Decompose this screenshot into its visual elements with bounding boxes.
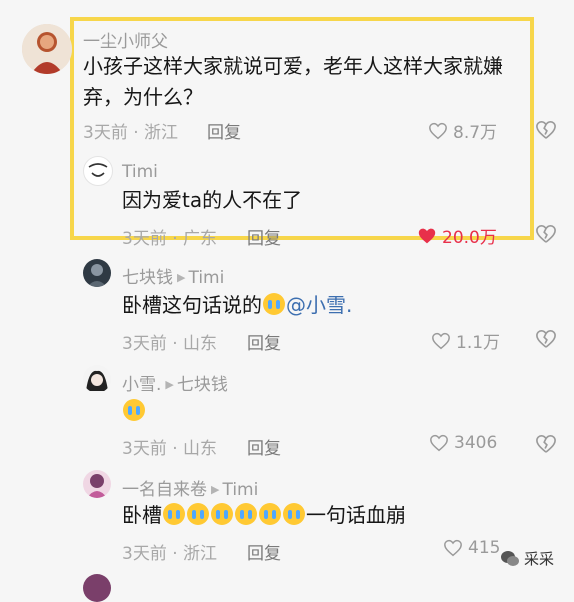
comment-text-suffix: 一句话血崩: [306, 503, 406, 527]
heart-filled-icon: [418, 228, 436, 243]
avatar[interactable]: [22, 24, 72, 74]
like-count: 415: [468, 538, 501, 558]
like-button[interactable]: 20.0万: [417, 223, 497, 248]
heart-outline-icon: [430, 434, 448, 452]
comment-meta: 3天前 · 浙江: [83, 123, 179, 143]
comment-item: 七块钱 ▶ Timi 卧槽这句话说的 @小雪. 3天前 · 山东 回复 1.1万: [0, 255, 574, 355]
comment-text: 卧槽这句话说的 @小雪.: [122, 290, 542, 321]
comment-username[interactable]: Timi: [122, 162, 158, 182]
comment-item: Timi 因为爱ta的人不在了 3天前 · 广东 回复 20.0万: [0, 150, 574, 249]
crying-face-emoji: [283, 503, 305, 525]
username-link[interactable]: 七块钱: [122, 268, 173, 288]
reply-target[interactable]: 七块钱: [177, 375, 228, 395]
reply-button[interactable]: 回复: [207, 118, 241, 143]
comment-item: 小雪. ▶ 七块钱 3天前 · 山东 回复 3406: [0, 360, 574, 460]
avatar[interactable]: [83, 365, 111, 393]
triangle-right-icon: ▶: [211, 483, 220, 496]
comment-meta: 3天前 · 山东: [122, 439, 218, 459]
watermark: 采采: [500, 548, 554, 569]
triangle-right-icon: ▶: [165, 378, 174, 391]
reply-target[interactable]: Timi: [222, 480, 258, 500]
comment-item: 一名自来卷 ▶ Timi 卧槽 一句话血崩 3天前 · 浙江 回复 415: [0, 465, 574, 565]
crying-face-emoji: [163, 503, 185, 525]
comment-text: [122, 396, 146, 427]
heart-outline-icon: [429, 122, 447, 139]
crying-face-emoji: [235, 503, 257, 525]
mention-link[interactable]: @小雪.: [286, 293, 352, 317]
reply-target[interactable]: Timi: [188, 268, 224, 288]
comment-username[interactable]: 七块钱 ▶ Timi: [122, 263, 224, 288]
comment-username[interactable]: 小雪. ▶ 七块钱: [122, 370, 228, 395]
like-count: 8.7万: [453, 123, 498, 143]
like-count: 20.0万: [442, 228, 497, 248]
broken-heart-icon[interactable]: [535, 224, 557, 244]
comment-text-prefix: 卧槽: [122, 503, 162, 527]
wechat-icon: [501, 550, 519, 566]
like-button[interactable]: 1.1万: [431, 328, 500, 353]
comment-username[interactable]: 一尘小师父: [83, 27, 168, 52]
comment-username[interactable]: 一名自来卷 ▶ Timi: [122, 475, 258, 500]
comment-meta: 3天前 · 广东: [122, 229, 218, 249]
avatar[interactable]: [83, 470, 111, 498]
reply-button[interactable]: 回复: [247, 539, 281, 564]
comment-text: 因为爱ta的人不在了: [122, 188, 303, 212]
comment-item: 一尘小师父 小孩子这样大家就说可爱，老年人这样大家就嫌弃，为什么？ 3天前 · …: [0, 0, 574, 143]
reply-button[interactable]: 回复: [247, 224, 281, 249]
comment-meta: 3天前 · 浙江: [122, 544, 218, 564]
avatar[interactable]: [83, 574, 111, 602]
avatar[interactable]: [83, 259, 111, 287]
comment-meta: 3天前 · 山东: [122, 334, 218, 354]
crying-face-emoji: [123, 399, 145, 421]
comment-text-prefix: 卧槽这句话说的: [122, 293, 262, 317]
comment-text: 卧槽 一句话血崩: [122, 500, 552, 531]
comment-text: 小孩子这样大家就说可爱，老年人这样大家就嫌弃，为什么？: [83, 54, 503, 109]
heart-outline-icon: [444, 539, 462, 557]
username-link[interactable]: 一尘小师父: [83, 32, 168, 52]
reply-button[interactable]: 回复: [247, 329, 281, 354]
reply-button[interactable]: 回复: [247, 434, 281, 459]
watermark-text: 采采: [524, 550, 555, 568]
broken-heart-icon[interactable]: [535, 120, 557, 140]
crying-face-emoji: [211, 503, 233, 525]
like-count: 1.1万: [456, 333, 501, 353]
username-link[interactable]: 一名自来卷: [122, 480, 207, 500]
avatar[interactable]: [83, 156, 113, 186]
broken-heart-icon[interactable]: [535, 434, 557, 454]
crying-face-emoji: [187, 503, 209, 525]
username-link[interactable]: 小雪.: [122, 375, 161, 395]
like-button[interactable]: 3406: [429, 433, 497, 453]
heart-outline-icon: [432, 332, 450, 349]
triangle-right-icon: ▶: [177, 271, 186, 284]
crying-face-emoji: [259, 503, 281, 525]
like-button[interactable]: 8.7万: [428, 118, 497, 143]
username-link[interactable]: Timi: [122, 162, 158, 182]
broken-heart-icon[interactable]: [535, 329, 557, 349]
like-count: 3406: [454, 433, 498, 453]
like-button[interactable]: 415: [443, 538, 500, 558]
crying-face-emoji: [263, 293, 285, 315]
